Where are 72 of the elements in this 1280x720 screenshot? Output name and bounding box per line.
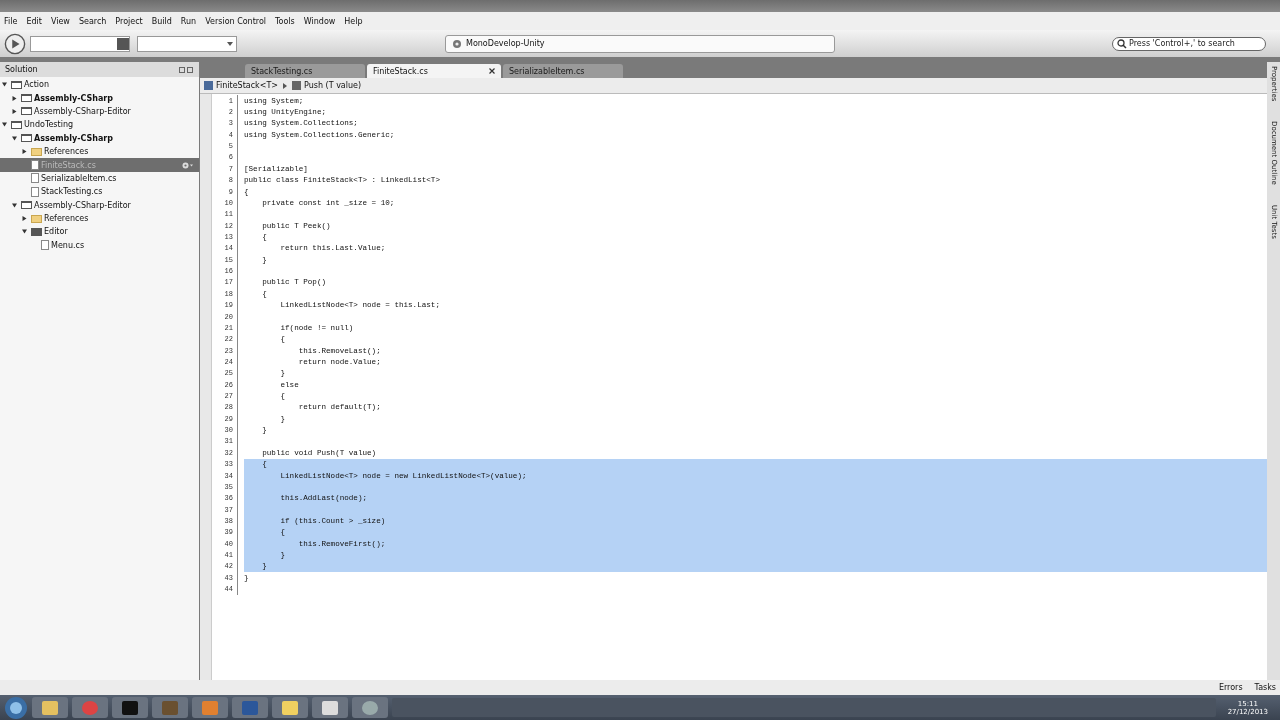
status-button[interactable]: Errors: [1218, 683, 1243, 692]
document-tab[interactable]: SerializableItem.cs: [503, 64, 623, 78]
expander-icon[interactable]: [12, 95, 17, 101]
search-field[interactable]: Press 'Control+,' to search: [1112, 36, 1266, 51]
pad-title: Solution: [5, 65, 38, 74]
pad-buttons-icon[interactable]: [179, 66, 193, 73]
menu-item[interactable]: View: [50, 16, 70, 26]
symbol-icon: [292, 81, 302, 90]
tree-item[interactable]: Assembly-CSharp-Editor: [0, 198, 199, 212]
document-tab[interactable]: StackTesting.cs: [245, 64, 365, 78]
tree-item[interactable]: Action: [0, 78, 199, 92]
status-text: MonoDevelop-Unity: [466, 39, 545, 48]
expander-icon[interactable]: [12, 202, 17, 208]
window-icon: [11, 80, 22, 89]
menu-item[interactable]: Run: [180, 16, 197, 26]
taskbar-app-icon[interactable]: [312, 697, 348, 718]
tree-item[interactable]: Assembly-CSharp: [0, 91, 199, 105]
symbol-icon: [204, 81, 213, 90]
taskbar-app-icon[interactable]: [32, 697, 68, 718]
tree-item[interactable]: StackTesting.cs: [0, 185, 199, 199]
gear-icon[interactable]: [182, 161, 193, 169]
breadcrumb-item[interactable]: Push (T value): [304, 81, 362, 90]
menu-item[interactable]: Edit: [26, 16, 42, 26]
menu-item[interactable]: Build: [151, 16, 172, 26]
expander-icon[interactable]: [22, 216, 27, 222]
expander-icon[interactable]: [2, 82, 7, 88]
expander-icon[interactable]: [12, 108, 17, 114]
folder-icon: [31, 214, 42, 223]
menu-item[interactable]: File: [4, 16, 18, 26]
gear-icon: [452, 38, 462, 49]
menu-item[interactable]: Project: [115, 16, 143, 26]
tree-item[interactable]: SerializableItem.cs: [0, 171, 199, 186]
folder-icon: [31, 228, 42, 236]
caret-icon: [227, 41, 233, 46]
configuration-combo[interactable]: [30, 35, 130, 52]
menu-item[interactable]: Search: [78, 16, 107, 26]
target-combo[interactable]: [137, 35, 237, 52]
file-icon: [41, 240, 49, 251]
file-icon: [31, 173, 39, 184]
window-icon: [21, 134, 32, 143]
breadcrumb-item[interactable]: FiniteStack<T>: [216, 81, 279, 90]
window-icon: [21, 94, 32, 103]
expander-icon[interactable]: [22, 149, 27, 155]
window-icon: [21, 107, 32, 116]
expander-icon[interactable]: [2, 122, 7, 128]
document-tab[interactable]: FiniteStack.cs: [367, 64, 501, 78]
start-icon[interactable]: [4, 695, 28, 720]
search-icon: [1117, 38, 1127, 49]
close-icon[interactable]: [489, 68, 495, 74]
window-icon: [21, 201, 32, 210]
expander-icon[interactable]: [12, 135, 17, 141]
menu-item[interactable]: Help: [344, 16, 363, 26]
menu-item[interactable]: Tools: [275, 16, 295, 26]
window-icon: [11, 120, 22, 129]
expander-icon[interactable]: [22, 229, 27, 235]
tree-item[interactable]: UndoTesting: [0, 118, 199, 132]
run-icon[interactable]: [4, 32, 26, 55]
folder-icon: [31, 147, 42, 156]
tree-item[interactable]: Menu.cs: [0, 238, 199, 253]
file-icon: [31, 160, 39, 171]
tree-item[interactable]: Editor: [0, 225, 199, 239]
taskbar-app-icon[interactable]: [272, 697, 308, 718]
taskbar-app-icon[interactable]: [112, 697, 148, 718]
menu-item[interactable]: Window: [303, 16, 336, 26]
file-icon: [31, 186, 39, 197]
tree-item[interactable]: Assembly-CSharp: [0, 131, 199, 145]
separator-icon: [283, 82, 288, 89]
tree-item[interactable]: References: [0, 211, 199, 226]
tree-item[interactable]: References: [0, 144, 199, 159]
status-button[interactable]: Tasks: [1254, 683, 1276, 692]
menu-item[interactable]: Version Control: [205, 16, 267, 26]
tree-item[interactable]: Assembly-CSharp-Editor: [0, 104, 199, 119]
